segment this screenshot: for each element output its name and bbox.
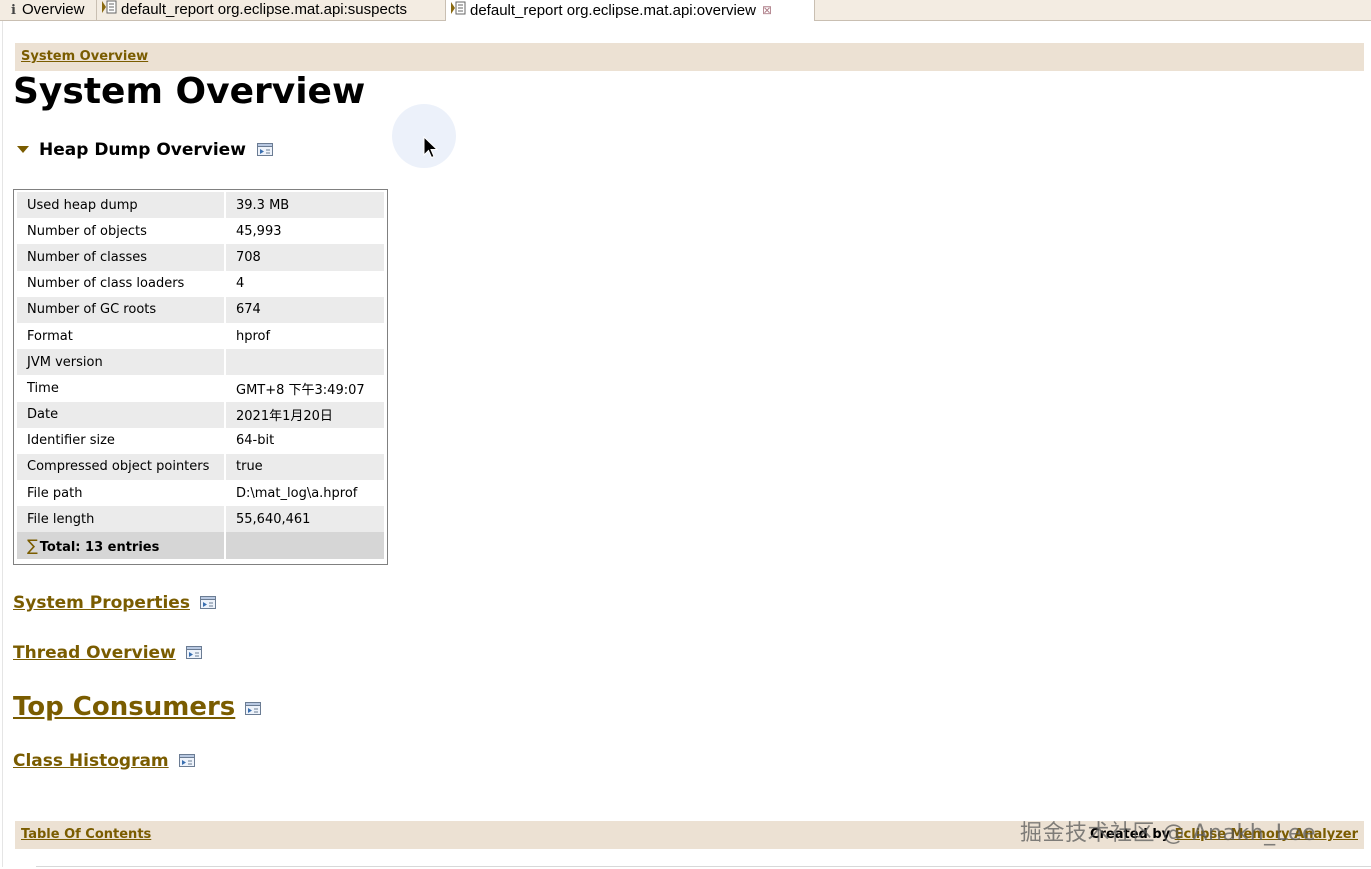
table-total-row: ∑ Total: 13 entries (17, 532, 384, 560)
row-value: hprof (226, 322, 384, 350)
row-value: 2021年1月20日 (226, 401, 384, 428)
table-row[interactable]: File length 55,640,461 (17, 506, 384, 533)
breadcrumb: System Overview (15, 43, 1364, 71)
row-value (226, 349, 384, 376)
tab-label: default_report org.eclipse.mat.api:overv… (470, 2, 756, 19)
divider (36, 866, 1371, 867)
editor-tab-bar: i Overview default_report org.eclipse.mat… (0, 0, 1371, 21)
row-label: Format (17, 322, 224, 350)
heap-section-header[interactable]: Heap Dump Overview (17, 140, 273, 162)
table-row[interactable]: Number of objects 45,993 (17, 218, 384, 245)
row-label: File path (17, 480, 224, 507)
table-row[interactable]: Number of classes 708 (17, 244, 384, 271)
details-icon[interactable] (200, 596, 217, 609)
row-label: Number of class loaders (17, 270, 224, 297)
report-icon (450, 1, 466, 21)
row-value: D:\mat_log\a.hprof (226, 480, 384, 507)
system-properties-row: System Properties (13, 593, 217, 613)
details-icon[interactable] (245, 702, 262, 715)
row-label: Identifier size (17, 427, 224, 454)
watermark: 掘金技术社区 @ Anakh_Lee (1020, 821, 1317, 846)
row-label: JVM version (17, 349, 224, 376)
heap-section-title: Heap Dump Overview (39, 140, 246, 160)
top-consumers-link[interactable]: Top Consumers (13, 692, 235, 722)
collapse-triangle-icon[interactable] (17, 146, 29, 153)
breadcrumb-link[interactable]: System Overview (21, 49, 148, 64)
table-of-contents-link[interactable]: Table Of Contents (21, 827, 151, 842)
table-row[interactable]: Number of class loaders 4 (17, 270, 384, 297)
row-label: Number of classes (17, 244, 224, 271)
sum-icon: ∑ (27, 536, 38, 556)
details-icon[interactable] (256, 143, 273, 156)
table-row[interactable]: Compressed object pointers true (17, 453, 384, 481)
row-label: Number of GC roots (17, 296, 224, 323)
tab-overview[interactable]: i Overview (0, 0, 97, 20)
row-value: 708 (226, 244, 384, 271)
heap-overview-table: Used heap dump 39.3 MB Number of objects 45… (13, 189, 388, 565)
tab-suspects-report[interactable]: default_report org.eclipse.mat.api:suspe… (97, 0, 446, 20)
table-row[interactable]: Identifier size 64-bit (17, 427, 384, 454)
row-value: 55,640,461 (226, 506, 384, 533)
total-cell: ∑ Total: 13 entries (17, 532, 224, 560)
page-title: System Overview (13, 71, 366, 112)
table-row[interactable]: Date 2021年1月20日 (17, 401, 384, 428)
row-value: 39.3 MB (226, 192, 384, 219)
row-value: 64-bit (226, 427, 384, 454)
row-label: Used heap dump (17, 192, 224, 219)
thread-overview-row: Thread Overview (13, 643, 202, 663)
table-row[interactable]: Number of GC roots 674 (17, 296, 384, 323)
heap-table: Used heap dump 39.3 MB Number of objects 45… (15, 192, 386, 560)
report-icon (101, 0, 117, 20)
row-label: Time (17, 375, 224, 402)
table-row[interactable]: Format hprof (17, 322, 384, 350)
total-value-cell (226, 532, 384, 560)
tab-label: default_report org.eclipse.mat.api:suspe… (121, 1, 407, 18)
table-row[interactable]: JVM version (17, 349, 384, 376)
close-icon[interactable]: ⊠ (762, 0, 772, 20)
row-value: 674 (226, 296, 384, 323)
row-value: GMT+8 下午3:49:07 (226, 375, 384, 402)
table-row[interactable]: File path D:\mat_log\a.hprof (17, 480, 384, 507)
table-row[interactable]: Used heap dump 39.3 MB (17, 192, 384, 219)
row-label: File length (17, 506, 224, 533)
row-label: Number of objects (17, 218, 224, 245)
class-histogram-row: Class Histogram (13, 751, 195, 771)
details-icon[interactable] (185, 646, 202, 659)
table-row[interactable]: Time GMT+8 下午3:49:07 (17, 375, 384, 402)
info-icon: i (11, 3, 16, 18)
tab-label: Overview (21, 1, 85, 18)
tab-overview-report[interactable]: default_report org.eclipse.mat.api:overv… (445, 0, 815, 21)
class-histogram-link[interactable]: Class Histogram (13, 751, 169, 771)
mouse-cursor-icon (423, 136, 439, 159)
row-value: 45,993 (226, 218, 384, 245)
row-value: 4 (226, 270, 384, 297)
details-icon[interactable] (178, 754, 195, 767)
top-consumers-row: Top Consumers (13, 692, 262, 722)
row-label: Compressed object pointers (17, 453, 224, 481)
system-properties-link[interactable]: System Properties (13, 593, 190, 613)
row-value: true (226, 453, 384, 481)
report-content: System Overview System Overview Heap Dum… (2, 21, 1371, 867)
total-label: Total: 13 entries (39, 540, 160, 556)
thread-overview-link[interactable]: Thread Overview (13, 643, 176, 663)
row-label: Date (17, 401, 224, 428)
